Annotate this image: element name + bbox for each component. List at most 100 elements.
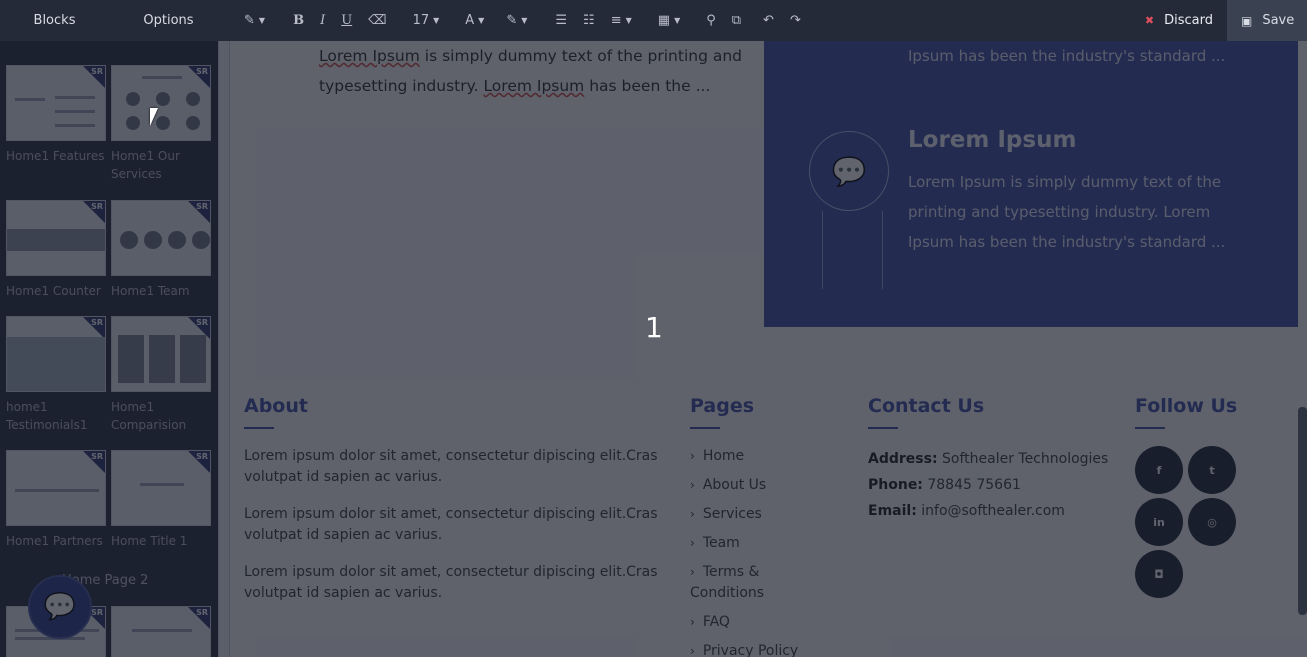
italic-icon: I <box>320 13 326 28</box>
font-size-select[interactable]: 17 ▼ <box>405 0 448 41</box>
footer-link-privacy[interactable]: › Privacy Policy <box>690 641 800 657</box>
footer-link-faq[interactable]: › FAQ <box>690 612 800 633</box>
bullet-list-icon: ☰ <box>555 13 568 28</box>
about-paragraph[interactable]: Lorem ipsum dolor sit amet, consectetur … <box>244 504 664 546</box>
contact-email[interactable]: Email: info@softhealer.com <box>868 498 1108 524</box>
snippet-home1-our-services[interactable]: SR Home1 Our Services <box>111 65 211 183</box>
image-icon: ⧉ <box>731 13 742 28</box>
discard-button[interactable]: ✖ Discard <box>1131 0 1227 41</box>
discard-label: Discard <box>1164 13 1213 28</box>
editor-toolbar: Blocks Options ✎ ▼ B I U ⌫ 17 ▼ A ▼ ✎ ▼ ☰ ☷ … <box>0 0 1307 41</box>
link-label: Home <box>702 448 745 464</box>
footer-pages-title[interactable]: Pages <box>690 395 800 417</box>
service-title[interactable]: Lorem Ipsum <box>908 127 1076 153</box>
brush-icon: ✎ <box>506 13 518 28</box>
service-description[interactable]: Lorem Ipsum is simply dummy text of the … <box>908 167 1248 257</box>
link-button[interactable]: ⚲ <box>698 0 724 41</box>
toolbar-actions: ✖ Discard ▣ Save <box>1131 0 1307 41</box>
linkedin-icon[interactable]: in <box>1135 498 1183 546</box>
media-button[interactable]: ⧉ <box>724 0 749 41</box>
align-button[interactable]: ≡ ▼ <box>603 0 640 41</box>
table-button[interactable]: ▦ ▼ <box>650 0 688 41</box>
align-icon: ≡ <box>610 13 622 28</box>
snippet-thumbnail: SR <box>111 200 211 276</box>
email-label: Email: <box>868 503 917 519</box>
numbered-list-button[interactable]: ☷ <box>575 0 603 41</box>
snippet-home1-partners[interactable]: SR Home1 Partners <box>6 450 106 550</box>
footer-link-terms[interactable]: › Terms & Conditions <box>690 562 800 604</box>
instagram-icon[interactable]: ◘ <box>1135 550 1183 598</box>
footer-follow-title[interactable]: Follow Us <box>1135 395 1237 417</box>
background-color-button[interactable]: ✎ ▼ <box>498 0 535 41</box>
magic-icon: ✎ <box>244 13 255 28</box>
redo-button[interactable]: ↷ <box>782 0 809 41</box>
footer-link-team[interactable]: › Team <box>690 533 800 554</box>
snippet-label: home1 Testimonials1 <box>6 400 88 432</box>
facebook-icon[interactable]: f <box>1135 446 1183 494</box>
link-label: Terms & Conditions <box>690 564 765 601</box>
table-icon: ▦ <box>657 13 671 28</box>
email-value: info@softhealer.com <box>921 503 1065 519</box>
title-underline <box>1135 427 1165 429</box>
underline-button[interactable]: U <box>333 0 360 41</box>
footer-link-about-us[interactable]: › About Us <box>690 475 800 496</box>
chevron-down-icon: ▼ <box>433 16 440 25</box>
chevron-right-icon: › <box>690 478 695 492</box>
decorative-line <box>822 211 823 289</box>
tab-options[interactable]: Options <box>114 0 223 41</box>
sr-badge: SR <box>196 318 208 327</box>
github-icon[interactable]: ◎ <box>1188 498 1236 546</box>
font-color-icon: A <box>465 13 475 28</box>
chevron-right-icon: › <box>690 507 695 521</box>
eraser-button[interactable]: ⌫ <box>360 0 394 41</box>
snippet-home1-team[interactable]: SR Home1 Team <box>111 200 211 300</box>
editor-canvas: Lorem Ipsum is simply dummy text of the … <box>230 41 1307 657</box>
snippet-label: Home1 Features <box>6 149 105 163</box>
panel-resize-handle[interactable] <box>218 41 230 657</box>
font-size-value: 17 <box>412 13 430 28</box>
sr-badge: SR <box>91 318 103 327</box>
address-value: Softhealer Technologies <box>942 451 1109 467</box>
service-text-top[interactable]: Ipsum has been the industry's standard .… <box>908 41 1248 71</box>
snippet-thumbnail: SR <box>6 65 106 141</box>
snippet-thumbnail: SR <box>6 450 106 526</box>
tab-blocks[interactable]: Blocks <box>0 0 109 41</box>
footer-link-services[interactable]: › Services <box>690 504 800 525</box>
chevron-down-icon: ▼ <box>258 16 266 25</box>
numbered-list-icon: ☷ <box>583 13 595 28</box>
intro-paragraph[interactable]: Lorem Ipsum is simply dummy text of the … <box>319 41 759 101</box>
magic-style-button[interactable]: ✎ ▼ <box>236 0 273 41</box>
underline-icon: U <box>341 13 353 28</box>
snippet-home-title-1[interactable]: SR Home Title 1 <box>111 450 211 550</box>
chat-icon: 💬 <box>809 131 889 211</box>
snippet-home1-comparision[interactable]: SR Home1 Comparision <box>111 316 211 434</box>
snippet-thumbnail: SR <box>111 606 211 657</box>
snippet-home1-counter[interactable]: SR Home1 Counter <box>6 200 106 300</box>
chat-bubble-icon[interactable]: 💬 <box>28 575 92 639</box>
sr-badge: SR <box>91 202 103 211</box>
snippet-home1-testimonials[interactable]: SR home1 Testimonials1 <box>6 316 106 434</box>
pages-list: › Home › About Us › Services › Team › Terms &… <box>690 446 800 657</box>
snippet-home2-second[interactable]: SR <box>111 606 211 657</box>
phone-label: Phone: <box>868 477 923 493</box>
snippet-label: Home1 Our Services <box>111 149 180 181</box>
footer-link-home[interactable]: › Home <box>690 446 800 467</box>
undo-button[interactable]: ↶ <box>755 0 782 41</box>
canvas-scrollbar[interactable] <box>1298 407 1307 615</box>
italic-button[interactable]: I <box>312 0 333 41</box>
bold-button[interactable]: B <box>285 0 312 41</box>
contact-phone[interactable]: Phone: 78845 75661 <box>868 472 1108 498</box>
link-label: Team <box>702 535 740 551</box>
link-icon: ⚲ <box>706 13 716 28</box>
about-paragraph[interactable]: Lorem ipsum dolor sit amet, consectetur … <box>244 446 664 488</box>
sr-badge: SR <box>196 67 208 76</box>
font-color-button[interactable]: A ▼ <box>457 0 492 41</box>
footer-about-title[interactable]: About <box>244 395 664 417</box>
snippet-home1-features[interactable]: SR Home1 Features <box>6 65 106 165</box>
bullet-list-button[interactable]: ☰ <box>547 0 575 41</box>
contact-address[interactable]: Address: Softhealer Technologies <box>868 446 1108 472</box>
about-paragraph[interactable]: Lorem ipsum dolor sit amet, consectetur … <box>244 562 664 604</box>
twitter-icon[interactable]: t <box>1188 446 1236 494</box>
footer-contact-title[interactable]: Contact Us <box>868 395 1108 417</box>
save-button[interactable]: ▣ Save <box>1227 0 1307 41</box>
